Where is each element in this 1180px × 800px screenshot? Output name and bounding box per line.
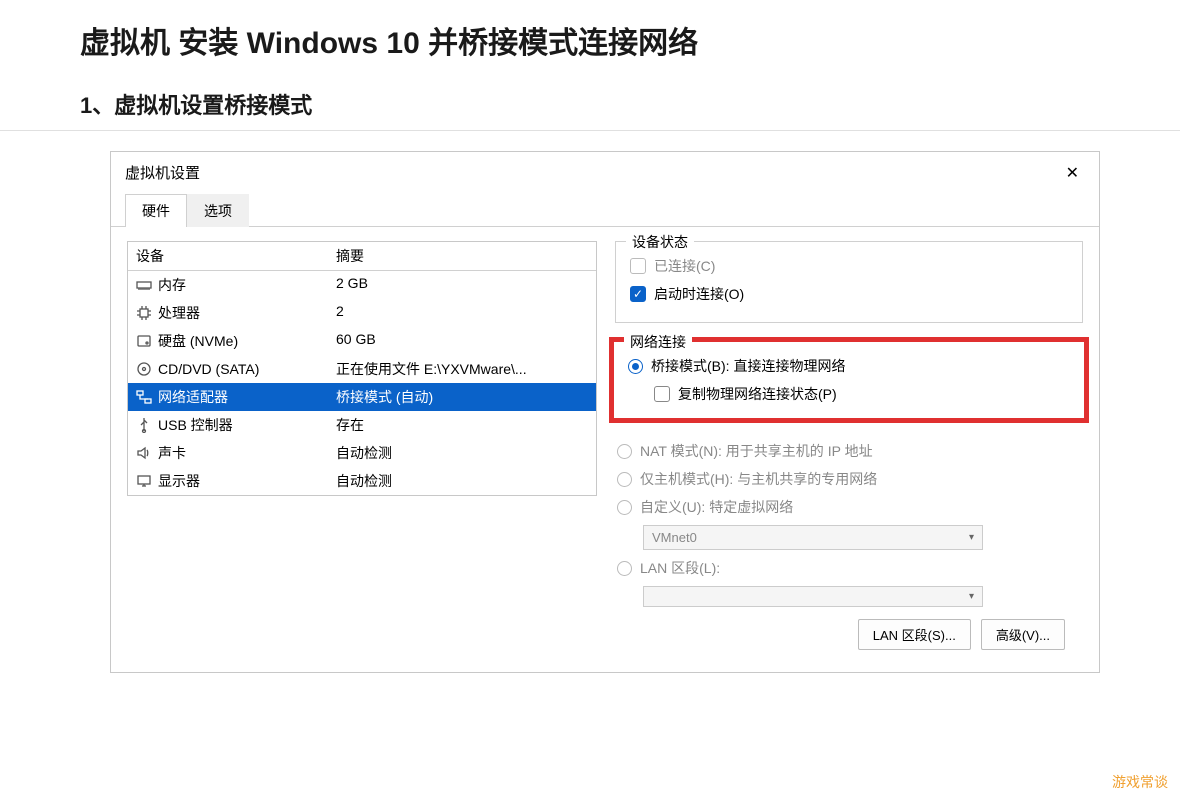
radio-label: 自定义(U): 特定虚拟网络 bbox=[640, 497, 793, 517]
device-label: 内存 bbox=[158, 275, 186, 295]
summary-label: 桥接模式 (自动) bbox=[328, 383, 596, 411]
sound-icon bbox=[136, 445, 152, 461]
lan-segment-radio[interactable]: LAN 区段(L): bbox=[617, 554, 1081, 582]
summary-label: 正在使用文件 E:\YXVMware\... bbox=[328, 355, 596, 383]
radio-icon bbox=[617, 444, 632, 459]
radio-label: NAT 模式(N): 用于共享主机的 IP 地址 bbox=[640, 441, 873, 461]
device-label: 硬盘 (NVMe) bbox=[158, 331, 238, 351]
checkbox-label: 复制物理网络连接状态(P) bbox=[678, 384, 837, 404]
chevron-down-icon: ▾ bbox=[969, 591, 974, 602]
group-title: 网络连接 bbox=[624, 332, 692, 352]
summary-label: 自动检测 bbox=[328, 467, 596, 495]
hardware-table: 设备 摘要 内存 2 GB 处理器 2 bbox=[127, 241, 597, 496]
custom-radio[interactable]: 自定义(U): 特定虚拟网络 bbox=[617, 493, 1081, 521]
section-heading: 1、虚拟机设置桥接模式 bbox=[0, 72, 1180, 131]
network-connection-group: 网络连接 桥接模式(B): 直接连接物理网络 复制物理网络连接状态(P) bbox=[609, 337, 1089, 423]
table-row[interactable]: 显示器 自动检测 bbox=[128, 467, 596, 495]
table-row[interactable]: USB 控制器 存在 bbox=[128, 411, 596, 439]
dialog-title: 虚拟机设置 bbox=[125, 162, 200, 183]
tab-strip: 硬件 选项 bbox=[111, 193, 1099, 227]
tab-hardware[interactable]: 硬件 bbox=[125, 194, 187, 227]
device-label: 网络适配器 bbox=[158, 387, 228, 407]
connected-checkbox-row: 已连接(C) bbox=[630, 252, 1068, 280]
summary-label: 自动检测 bbox=[328, 439, 596, 467]
disk-icon bbox=[136, 333, 152, 349]
ram-icon bbox=[136, 277, 152, 293]
table-row[interactable]: 处理器 2 bbox=[128, 299, 596, 327]
titlebar: 虚拟机设置 ✕ bbox=[111, 152, 1099, 189]
close-icon[interactable]: ✕ bbox=[1060, 163, 1085, 183]
summary-label: 存在 bbox=[328, 411, 596, 439]
radio-label: LAN 区段(L): bbox=[640, 558, 720, 578]
col-header-device: 设备 bbox=[128, 242, 328, 270]
group-title: 设备状态 bbox=[626, 232, 694, 252]
lan-segments-button[interactable]: LAN 区段(S)... bbox=[858, 619, 971, 650]
summary-label: 2 GB bbox=[328, 271, 596, 299]
usb-icon bbox=[136, 417, 152, 433]
device-label: 声卡 bbox=[158, 443, 186, 463]
device-label: 显示器 bbox=[158, 471, 200, 491]
table-row[interactable]: 硬盘 (NVMe) 60 GB bbox=[128, 327, 596, 355]
tab-options[interactable]: 选项 bbox=[187, 194, 249, 227]
radio-icon bbox=[617, 500, 632, 515]
device-label: USB 控制器 bbox=[158, 415, 233, 435]
network-icon bbox=[136, 389, 152, 405]
dropdown-value: VMnet0 bbox=[652, 530, 697, 545]
table-row[interactable]: CD/DVD (SATA) 正在使用文件 E:\YXVMware\... bbox=[128, 355, 596, 383]
checkbox-label: 已连接(C) bbox=[654, 256, 715, 276]
device-label: CD/DVD (SATA) bbox=[158, 361, 259, 377]
radio-icon bbox=[617, 472, 632, 487]
radio-label: 仅主机模式(H): 与主机共享的专用网络 bbox=[640, 469, 877, 489]
hostonly-radio[interactable]: 仅主机模式(H): 与主机共享的专用网络 bbox=[617, 465, 1081, 493]
radio-icon bbox=[617, 561, 632, 576]
vm-settings-dialog: 虚拟机设置 ✕ 硬件 选项 设备 摘要 内存 2 GB bbox=[110, 151, 1100, 673]
checkbox-icon bbox=[630, 258, 646, 274]
replicate-state-checkbox[interactable]: 复制物理网络连接状态(P) bbox=[654, 380, 1070, 408]
table-row[interactable]: 内存 2 GB bbox=[128, 271, 596, 299]
summary-label: 60 GB bbox=[328, 327, 596, 355]
col-header-summary: 摘要 bbox=[328, 242, 596, 270]
radio-label: 桥接模式(B): 直接连接物理网络 bbox=[651, 356, 845, 376]
watermark: 游戏常谈 bbox=[1112, 772, 1168, 792]
display-icon bbox=[136, 473, 152, 489]
checkbox-icon bbox=[654, 386, 670, 402]
bridged-radio[interactable]: 桥接模式(B): 直接连接物理网络 bbox=[628, 352, 1070, 380]
chevron-down-icon: ▾ bbox=[969, 532, 974, 543]
nat-radio[interactable]: NAT 模式(N): 用于共享主机的 IP 地址 bbox=[617, 437, 1081, 465]
connect-at-poweron-checkbox-row[interactable]: ✓ 启动时连接(O) bbox=[630, 280, 1068, 308]
lan-segment-dropdown[interactable]: ▾ bbox=[643, 586, 983, 607]
cpu-icon bbox=[136, 305, 152, 321]
checkbox-label: 启动时连接(O) bbox=[654, 284, 744, 304]
radio-icon bbox=[628, 359, 643, 374]
device-status-group: 设备状态 已连接(C) ✓ 启动时连接(O) bbox=[615, 241, 1083, 323]
article-title: 虚拟机 安装 Windows 10 并桥接模式连接网络 bbox=[0, 0, 1180, 72]
cd-icon bbox=[136, 361, 152, 377]
device-label: 处理器 bbox=[158, 303, 200, 323]
table-row[interactable]: 网络适配器 桥接模式 (自动) bbox=[128, 383, 596, 411]
summary-label: 2 bbox=[328, 299, 596, 327]
advanced-button[interactable]: 高级(V)... bbox=[981, 619, 1065, 650]
checkbox-icon: ✓ bbox=[630, 286, 646, 302]
vmnet-dropdown[interactable]: VMnet0 ▾ bbox=[643, 525, 983, 550]
table-row[interactable]: 声卡 自动检测 bbox=[128, 439, 596, 467]
